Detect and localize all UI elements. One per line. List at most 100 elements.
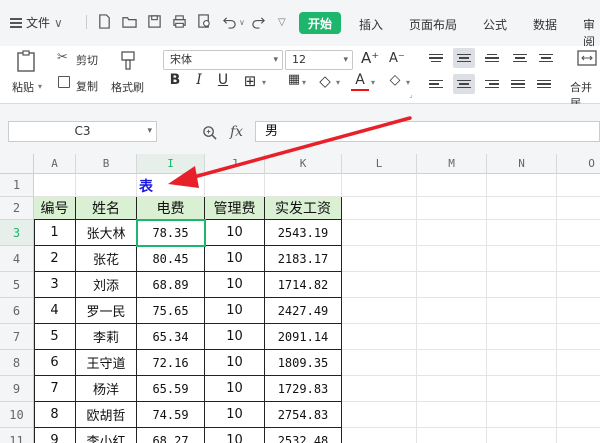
table-cell[interactable]: 7 [34,376,76,402]
indent-left-icon[interactable] [509,48,531,68]
align-bottom-icon[interactable] [481,48,503,68]
table-cell[interactable]: 1 [34,220,76,246]
table-cell[interactable]: 72.16 [137,350,205,376]
table-cell[interactable]: 68.89 [137,272,205,298]
table-cell[interactable]: 2427.49 [265,298,342,324]
table-cell[interactable]: 10 [205,298,265,324]
tab-data[interactable]: 数据 [533,16,557,33]
chevron-down-icon[interactable]: ▾ [406,78,410,87]
table-cell[interactable]: 罗一民 [76,298,137,324]
row-header-2[interactable]: 2 [0,197,34,220]
bold-icon[interactable]: B [166,72,184,88]
column-header-m[interactable]: M [417,154,487,174]
table-header-cell[interactable]: 电费 [137,197,205,220]
table-cell[interactable]: 65.34 [137,324,205,350]
row-header-1[interactable]: 1 [0,174,34,197]
align-middle-icon[interactable] [453,48,475,68]
table-cell[interactable]: 10 [205,220,265,246]
row-header-5[interactable]: 5 [0,272,34,298]
tab-review[interactable]: 审阅 [583,16,600,50]
italic-icon[interactable]: I [190,72,208,88]
table-cell[interactable]: 2543.19 [265,220,342,246]
font-name-select[interactable]: 宋体 ▾ [163,50,283,70]
table-cell[interactable]: 2 [34,246,76,272]
row-header-7[interactable]: 7 [0,324,34,350]
table-cell[interactable]: 5 [34,324,76,350]
table-cell[interactable]: 78.35 [137,220,205,246]
file-menu[interactable]: 文件 ∨ [10,14,63,31]
table-cell[interactable]: 1729.83 [265,376,342,402]
chevron-down-icon[interactable]: ▾ [262,78,266,87]
chevron-down-icon[interactable]: ▾ [302,78,306,87]
column-header-j[interactable]: J [205,154,265,174]
table-cell[interactable]: 2754.83 [265,402,342,428]
format-painter-button[interactable]: 格式刷 [111,79,144,95]
font-size-select[interactable]: 12 ▾ [285,50,353,70]
save-icon[interactable] [146,13,162,29]
align-top-icon[interactable] [425,48,447,68]
tab-insert[interactable]: 插入 [359,16,383,33]
table-cell[interactable]: 4 [34,298,76,324]
eraser-icon[interactable]: ◇ [386,72,404,88]
table-cell[interactable]: 2091.14 [265,324,342,350]
tab-page-layout[interactable]: 页面布局 [409,16,457,33]
table-cell[interactable]: 10 [205,350,265,376]
function-icon[interactable]: fx [230,124,243,140]
dialog-launcher-icon[interactable]: ⌟ [409,90,413,99]
copy-icon[interactable] [58,76,70,88]
table-cell[interactable]: 9 [34,428,76,443]
column-header-k[interactable]: K [265,154,342,174]
table-cell[interactable]: 68.27 [137,428,205,443]
table-cell[interactable]: 10 [205,272,265,298]
merge-center-icon[interactable] [577,49,597,67]
align-right-icon[interactable] [481,74,503,94]
undo-icon[interactable] [221,13,237,29]
copy-button[interactable]: 复制 [76,78,98,94]
cut-button[interactable]: 剪切 [76,52,98,68]
row-header-6[interactable]: 6 [0,298,34,324]
zoom-icon[interactable] [202,125,217,143]
row-header-11[interactable]: 11 [0,428,34,443]
row-header-4[interactable]: 4 [0,246,34,272]
chevron-down-icon[interactable]: ▾ [38,82,42,91]
table-cell[interactable]: 65.59 [137,376,205,402]
fill-color-icon[interactable]: ▦ [285,72,303,87]
tab-start[interactable]: 开始 [299,12,341,34]
table-cell[interactable]: 李莉 [76,324,137,350]
table-cell[interactable]: 10 [205,324,265,350]
column-header-i[interactable]: I [137,154,205,174]
table-cell[interactable]: 10 [205,376,265,402]
paste-icon[interactable] [15,50,39,72]
table-cell[interactable]: 杨洋 [76,376,137,402]
table-cell[interactable]: 75.65 [137,298,205,324]
name-box[interactable]: C3 ▾ [8,121,157,142]
chevron-down-icon[interactable]: ▾ [336,78,340,87]
column-header-o[interactable]: O [557,154,600,174]
table-header-cell[interactable]: 实发工资 [265,197,342,220]
column-header-l[interactable]: L [342,154,417,174]
table-cell[interactable]: 张大林 [76,220,137,246]
decrease-font-icon[interactable]: A⁻ [389,51,405,66]
row-header-9[interactable]: 9 [0,376,34,402]
table-cell[interactable]: 74.59 [137,402,205,428]
underline-icon[interactable]: U [214,72,232,88]
row-header-3[interactable]: 3 [0,220,34,246]
table-cell[interactable]: 10 [205,428,265,443]
select-all-corner[interactable] [0,154,34,174]
column-header-n[interactable]: N [487,154,557,174]
table-cell[interactable]: 3 [34,272,76,298]
table-cell[interactable]: 张花 [76,246,137,272]
table-cell[interactable]: 2532.48 [265,428,342,443]
justify-icon[interactable] [507,74,529,94]
increase-font-icon[interactable]: A⁺ [361,49,379,67]
column-header-b[interactable]: B [76,154,137,174]
format-painter-icon[interactable] [120,50,136,70]
spreadsheet-grid[interactable]: A B I J K L M N O 1 2 3 4 5 6 7 8 9 10 11 表编号 姓名 电费 管理费 实发工资 1 张大林… [0,154,600,443]
table-cell[interactable]: 欧胡哲 [76,402,137,428]
print-icon[interactable] [171,13,187,29]
indent-right-icon[interactable] [535,48,557,68]
table-cell[interactable]: 2183.17 [265,246,342,272]
table-cell[interactable]: 8 [34,402,76,428]
chevron-down-icon[interactable]: ∨ [239,18,245,27]
paint-bucket-icon[interactable]: ◇ [316,72,334,90]
